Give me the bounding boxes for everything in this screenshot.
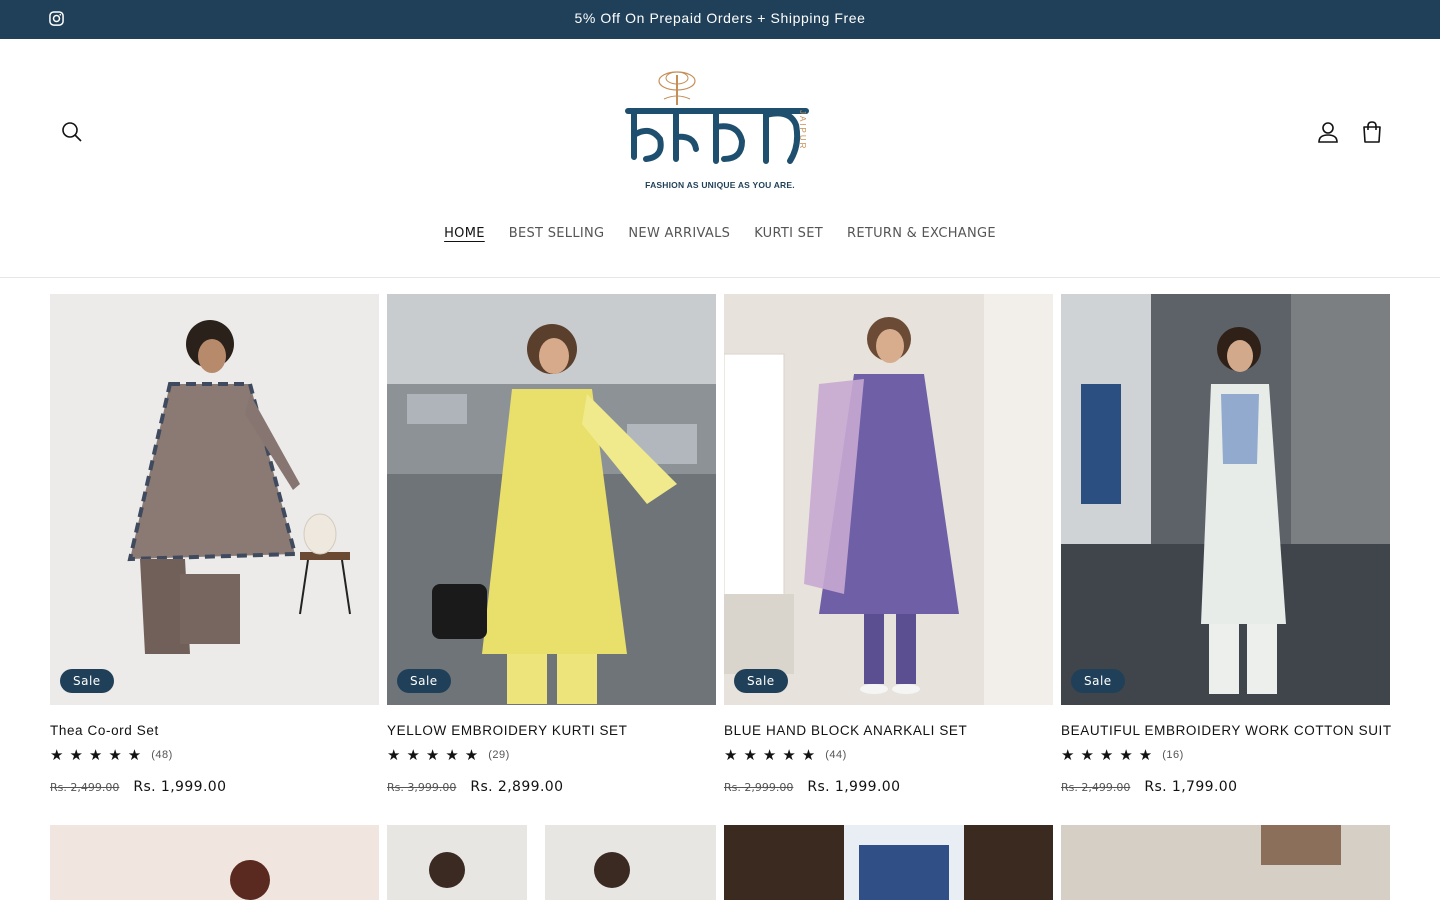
product-title[interactable]: Thea Co-ord Set	[50, 723, 379, 738]
review-count: (44)	[825, 749, 847, 761]
nav-best-selling[interactable]: BEST SELLING	[509, 226, 605, 241]
product-image[interactable]	[1061, 825, 1390, 900]
sale-badge: Sale	[60, 669, 114, 693]
star-rating: ★★★★★	[1061, 747, 1159, 764]
sale-price: Rs. 1,999.00	[133, 779, 227, 795]
product-title[interactable]: BEAUTIFUL EMBROIDERY WORK COTTON SUIT	[1061, 723, 1391, 738]
product-prices: Rs. 2,499.00 Rs. 1,799.00	[1061, 779, 1390, 795]
brand-logo[interactable]: JAIPUR FASHION AS UNIQUE AS YOU ARE.	[620, 65, 820, 195]
logo-side-text: JAIPUR	[798, 110, 807, 151]
nav-home[interactable]: HOME	[444, 226, 485, 241]
regular-price: Rs. 2,499.00	[1061, 781, 1131, 794]
product-prices: Rs. 3,999.00 Rs. 2,899.00	[387, 779, 716, 795]
sale-price: Rs. 2,899.00	[470, 779, 564, 795]
product-image[interactable]: Sale	[1061, 294, 1390, 705]
logo-tagline: FASHION AS UNIQUE AS YOU ARE.	[645, 180, 795, 190]
main-navigation: HOME BEST SELLING NEW ARRIVALS KURTI SET…	[0, 226, 1440, 241]
star-rating: ★★★★★	[387, 747, 485, 764]
sale-price: Rs. 1,799.00	[1144, 779, 1238, 795]
cart-icon[interactable]	[1358, 118, 1386, 146]
sale-badge: Sale	[734, 669, 788, 693]
nav-new-arrivals[interactable]: NEW ARRIVALS	[628, 226, 730, 241]
sale-price: Rs. 1,999.00	[807, 779, 901, 795]
product-image[interactable]: Sale	[50, 294, 379, 705]
product-image[interactable]: Sale	[387, 294, 716, 705]
star-rating: ★★★★★	[50, 747, 148, 764]
product-image[interactable]	[724, 825, 1053, 900]
product-image[interactable]: Sale	[724, 294, 1053, 705]
review-count: (29)	[488, 749, 510, 761]
announcement-bar: 5% Off On Prepaid Orders + Shipping Free	[0, 0, 1440, 39]
nav-return-exchange[interactable]: RETURN & EXCHANGE	[847, 226, 996, 241]
user-icon[interactable]	[1314, 118, 1342, 146]
product-prices: Rs. 2,499.00 Rs. 1,999.00	[50, 779, 379, 795]
regular-price: Rs. 2,999.00	[724, 781, 794, 794]
product-rating: ★★★★★ (29)	[387, 747, 716, 764]
search-icon[interactable]	[58, 118, 86, 146]
product-card[interactable]: Sale YELLOW EMBROIDERY KURTI SET ★★★★★ (…	[387, 294, 716, 795]
star-rating: ★★★★★	[724, 747, 822, 764]
nav-kurti-set[interactable]: KURTI SET	[754, 226, 823, 241]
product-grid: Sale Thea Co-ord Set ★★★★★ (48) Rs. 2,49…	[50, 294, 1391, 795]
review-count: (16)	[1162, 749, 1184, 761]
product-card[interactable]: Sale BLUE HAND BLOCK ANARKALI SET ★★★★★ …	[724, 294, 1053, 795]
product-title[interactable]: BLUE HAND BLOCK ANARKALI SET	[724, 723, 1053, 738]
regular-price: Rs. 3,999.00	[387, 781, 457, 794]
review-count: (48)	[151, 749, 173, 761]
product-rating: ★★★★★ (44)	[724, 747, 1053, 764]
tree-icon	[658, 71, 696, 105]
product-prices: Rs. 2,999.00 Rs. 1,999.00	[724, 779, 1053, 795]
product-image[interactable]	[50, 825, 379, 900]
sale-badge: Sale	[397, 669, 451, 693]
product-rating: ★★★★★ (16)	[1061, 747, 1390, 764]
product-grid-row-2	[50, 825, 1390, 900]
product-card[interactable]: Sale BEAUTIFUL EMBROIDERY WORK COTTON SU…	[1061, 294, 1391, 795]
announcement-text: 5% Off On Prepaid Orders + Shipping Free	[574, 10, 866, 26]
logo-mark	[625, 71, 809, 164]
product-card[interactable]: Sale Thea Co-ord Set ★★★★★ (48) Rs. 2,49…	[50, 294, 379, 795]
product-rating: ★★★★★ (48)	[50, 747, 379, 764]
product-image[interactable]	[387, 825, 716, 900]
product-title[interactable]: YELLOW EMBROIDERY KURTI SET	[387, 723, 716, 738]
site-header: JAIPUR FASHION AS UNIQUE AS YOU ARE. HOM…	[0, 39, 1440, 278]
sale-badge: Sale	[1071, 669, 1125, 693]
regular-price: Rs. 2,499.00	[50, 781, 120, 794]
